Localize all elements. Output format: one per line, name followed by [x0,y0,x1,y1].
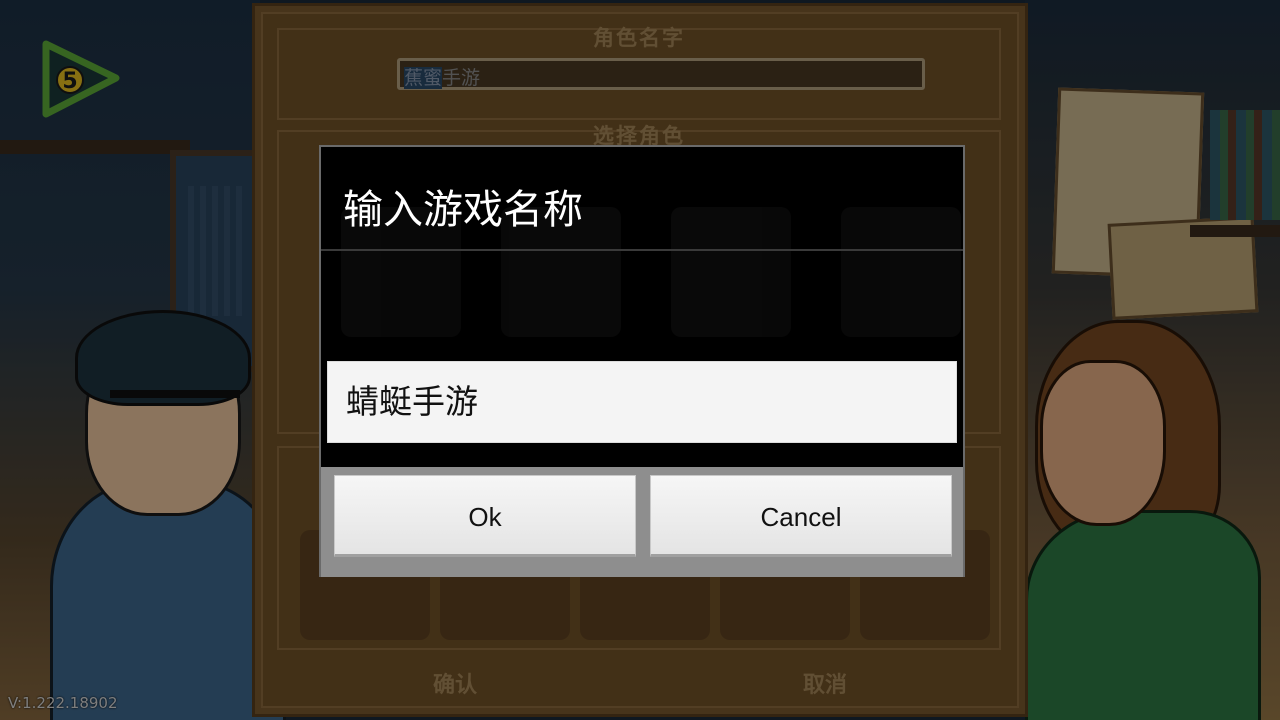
dialog-divider [321,249,963,251]
dialog-title: 输入游戏名称 [343,187,583,233]
game-name-input[interactable]: 蜻蜓手游 [327,361,957,443]
enter-game-name-dialog: 输入游戏名称 蜻蜓手游 Ok Cancel [319,145,965,577]
ok-button[interactable]: Ok [334,475,636,557]
dialog-button-bar: Ok Cancel [321,467,963,577]
dialog-cancel-button[interactable]: Cancel [650,475,952,557]
